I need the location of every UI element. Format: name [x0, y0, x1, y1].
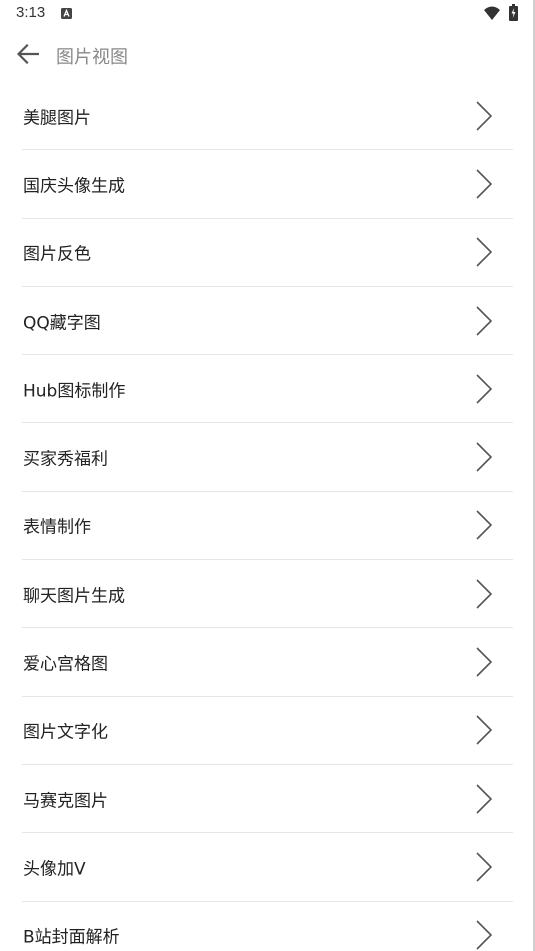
battery-icon [509, 4, 518, 21]
a-notification-icon [61, 8, 72, 19]
chevron-right-icon [476, 442, 493, 472]
menu-item-label: 美腿图片 [23, 108, 91, 129]
chevron-right-icon [476, 647, 493, 677]
menu-item-chat-image-generator[interactable]: 聊天图片生成 [22, 560, 513, 629]
menu-item-heart-grid[interactable]: 爱心宫格图 [22, 628, 513, 697]
chevron-right-icon [476, 305, 493, 336]
screen: 3:13 图片视图 美腿图片 国庆头像生成 图片反色 QQ藏字图 Hub图标制作… [0, 0, 535, 951]
menu-item-avatar-v-badge[interactable]: 头像加V [22, 833, 513, 902]
arrow-left-icon [17, 44, 39, 64]
menu-item-invert-image[interactable]: 图片反色 [22, 219, 513, 287]
menu-item-label: 爱心宫格图 [23, 654, 108, 675]
menu-item-national-day-avatar[interactable]: 国庆头像生成 [22, 150, 513, 219]
menu-item-label: 表情制作 [23, 517, 91, 538]
chevron-right-icon [476, 374, 493, 404]
chevron-right-icon [476, 510, 493, 540]
menu-item-image-to-text[interactable]: 图片文字化 [22, 697, 513, 765]
menu-item-hub-icon-maker[interactable]: Hub图标制作 [22, 355, 513, 424]
menu-list: 美腿图片 国庆头像生成 图片反色 QQ藏字图 Hub图标制作 买家秀福利 表情制… [0, 82, 535, 951]
menu-item-legs-pictures[interactable]: 美腿图片 [22, 82, 513, 151]
status-bar: 3:13 [0, 0, 535, 28]
menu-item-label: B站封面解析 [23, 927, 120, 948]
menu-item-label: 马赛克图片 [23, 791, 108, 812]
page-title: 图片视图 [56, 47, 128, 68]
status-time: 3:13 [16, 4, 46, 21]
chevron-right-icon [476, 920, 493, 950]
chevron-right-icon [476, 169, 493, 199]
chevron-right-icon [476, 784, 493, 814]
menu-item-buyer-show[interactable]: 买家秀福利 [22, 423, 513, 492]
menu-item-label: QQ藏字图 [23, 313, 101, 334]
menu-item-mosaic-image[interactable]: 马赛克图片 [22, 765, 513, 834]
menu-item-label: 图片文字化 [23, 722, 108, 743]
chevron-right-icon [476, 715, 493, 745]
wifi-icon [484, 6, 500, 20]
chevron-right-icon [476, 237, 493, 267]
menu-item-label: 聊天图片生成 [23, 586, 125, 607]
menu-item-label: Hub图标制作 [23, 381, 126, 402]
menu-item-label: 买家秀福利 [23, 449, 108, 470]
menu-item-emoji-maker[interactable]: 表情制作 [22, 492, 513, 561]
menu-item-label: 图片反色 [23, 244, 91, 265]
back-button[interactable] [10, 36, 46, 72]
menu-item-bilibili-cover[interactable]: B站封面解析 [22, 902, 513, 951]
app-bar: 图片视图 [0, 28, 535, 82]
chevron-right-icon [476, 101, 493, 131]
chevron-right-icon [476, 852, 493, 882]
chevron-right-icon [476, 579, 493, 609]
menu-item-label: 头像加V [23, 859, 86, 880]
menu-item-qq-hidden-text[interactable]: QQ藏字图 [22, 287, 513, 356]
menu-item-label: 国庆头像生成 [23, 176, 125, 197]
